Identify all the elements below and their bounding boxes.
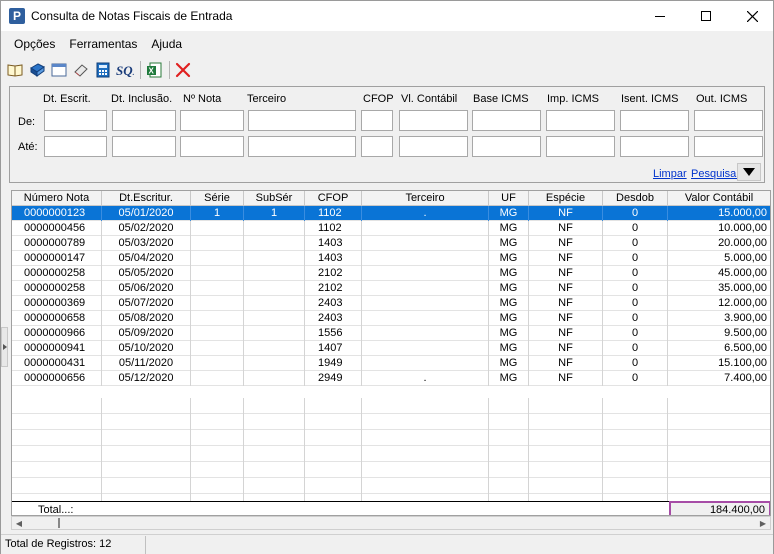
maximize-button[interactable] bbox=[683, 1, 729, 31]
scroll-left-button[interactable]: ◀ bbox=[12, 517, 26, 529]
sql-button[interactable]: SQL bbox=[115, 60, 135, 80]
filter-label-vl-contabil: Vl. Contábil bbox=[401, 93, 458, 105]
filter-cfop-to[interactable] bbox=[361, 136, 393, 157]
header-uf[interactable]: UF bbox=[489, 191, 529, 206]
total-label: Total...: bbox=[38, 504, 74, 516]
filter-label-base-icms: Base ICMS bbox=[473, 93, 529, 105]
excel-export-button[interactable]: X bbox=[144, 60, 164, 80]
filter-label-dt-inclusao: Dt. Inclusão. bbox=[111, 93, 173, 105]
status-total-registros: Total de Registros: 12 bbox=[5, 538, 112, 550]
filter-vl-contabil-to[interactable] bbox=[399, 136, 468, 157]
toolbar-separator bbox=[169, 61, 170, 79]
filter-label-out-icms: Out. ICMS bbox=[696, 93, 748, 105]
header-especie[interactable]: Espécie bbox=[529, 191, 603, 206]
minimize-button[interactable] bbox=[637, 1, 683, 31]
filter-dt-inclusao-to[interactable] bbox=[112, 136, 176, 157]
filter-vl-contabil-from[interactable] bbox=[399, 110, 468, 131]
filter-terceiro-to[interactable] bbox=[248, 136, 356, 157]
svg-text:SQL: SQL bbox=[116, 63, 134, 78]
delete-button[interactable] bbox=[173, 60, 193, 80]
scroll-thumb[interactable] bbox=[58, 518, 60, 528]
total-bar: Total...: 184.400,00 bbox=[12, 501, 770, 516]
toolbar-separator bbox=[140, 61, 141, 79]
header-subser[interactable]: SubSér bbox=[244, 191, 305, 206]
menu-bar: Opções Ferramentas Ajuda bbox=[1, 34, 773, 54]
pesquisar-link[interactable]: Pesquisar bbox=[691, 168, 740, 180]
menu-opcoes[interactable]: Opções bbox=[7, 35, 62, 53]
menu-ferramentas[interactable]: Ferramentas bbox=[62, 35, 144, 53]
close-button[interactable] bbox=[729, 1, 774, 31]
close-icon bbox=[746, 10, 758, 22]
total-value: 184.400,00 bbox=[669, 501, 770, 515]
minimize-icon bbox=[655, 15, 665, 17]
delete-x-icon bbox=[175, 62, 191, 78]
header-serie[interactable]: Série bbox=[191, 191, 244, 206]
filter-out-icms-to[interactable] bbox=[694, 136, 763, 157]
status-separator bbox=[145, 536, 146, 554]
toolbar: SQL X bbox=[5, 59, 773, 81]
filter-terceiro-from[interactable] bbox=[248, 110, 356, 131]
open-book-icon bbox=[7, 64, 23, 77]
horizontal-scrollbar[interactable]: ◀ ▶ bbox=[11, 516, 771, 530]
sql-icon: SQL bbox=[116, 63, 134, 78]
filter-n-nota-from[interactable] bbox=[180, 110, 244, 131]
triangle-down-icon bbox=[743, 168, 755, 176]
filter-label-dt-escrit: Dt. Escrit. bbox=[43, 93, 91, 105]
filter-imp-icms-to[interactable] bbox=[546, 136, 615, 157]
grid-lines bbox=[12, 398, 770, 501]
menu-ajuda[interactable]: Ajuda bbox=[144, 35, 189, 53]
header-valor-contabil[interactable]: Valor Contábil bbox=[668, 191, 770, 206]
scroll-right-button[interactable]: ▶ bbox=[756, 517, 770, 529]
eraser-button[interactable] bbox=[71, 60, 91, 80]
filter-cfop-from[interactable] bbox=[361, 110, 393, 131]
svg-text:X: X bbox=[149, 67, 155, 76]
main-window: P Consulta de Notas Fiscais de Entrada O… bbox=[0, 0, 774, 554]
filter-label-cfop: CFOP bbox=[363, 93, 394, 105]
filter-label-n-nota: Nº Nota bbox=[183, 93, 222, 105]
blue-book-button[interactable] bbox=[27, 60, 47, 80]
expand-arrow-icon bbox=[3, 344, 7, 350]
filter-label-isent-icms: Isent. ICMS bbox=[621, 93, 679, 105]
status-bar: Total de Registros: 12 bbox=[1, 534, 773, 554]
filter-imp-icms-from[interactable] bbox=[546, 110, 615, 131]
filter-row-to-label: Até: bbox=[18, 141, 38, 153]
filter-panel: Dt. Escrit. Dt. Inclusão. Nº Nota Tercei… bbox=[9, 86, 765, 183]
app-logo-icon: P bbox=[9, 8, 25, 24]
header-dt-escritur[interactable]: Dt.Escritur. bbox=[102, 191, 191, 206]
window-title: Consulta de Notas Fiscais de Entrada bbox=[31, 9, 233, 23]
window-button[interactable] bbox=[49, 60, 69, 80]
calculator-button[interactable] bbox=[93, 60, 113, 80]
side-panel-grip[interactable] bbox=[1, 327, 8, 367]
filter-dt-inclusao-from[interactable] bbox=[112, 110, 176, 131]
calculator-icon bbox=[96, 62, 110, 78]
header-cfop[interactable]: CFOP bbox=[305, 191, 362, 206]
grid-header: Número Nota Dt.Escritur. Série SubSér CF… bbox=[12, 191, 770, 206]
filter-label-terceiro: Terceiro bbox=[247, 93, 287, 105]
open-book-button[interactable] bbox=[5, 60, 25, 80]
filter-base-icms-from[interactable] bbox=[472, 110, 541, 131]
filter-dt-escrit-to[interactable] bbox=[44, 136, 107, 157]
excel-export-icon: X bbox=[147, 62, 162, 78]
header-numero-nota[interactable]: Número Nota bbox=[12, 191, 102, 206]
eraser-icon bbox=[74, 64, 88, 77]
maximize-icon bbox=[701, 11, 711, 21]
filter-isent-icms-from[interactable] bbox=[620, 110, 689, 131]
title-bar: P Consulta de Notas Fiscais de Entrada bbox=[1, 1, 773, 31]
header-desdob[interactable]: Desdob bbox=[603, 191, 668, 206]
window-icon bbox=[51, 63, 67, 77]
collapse-filter-button[interactable] bbox=[737, 163, 761, 181]
filter-label-imp-icms: Imp. ICMS bbox=[547, 93, 599, 105]
filter-isent-icms-to[interactable] bbox=[620, 136, 689, 157]
filter-dt-escrit-from[interactable] bbox=[44, 110, 107, 131]
notes-grid: Número Nota Dt.Escritur. Série SubSér CF… bbox=[11, 190, 771, 516]
limpar-link[interactable]: Limpar bbox=[653, 168, 687, 180]
filter-row-from-label: De: bbox=[18, 116, 36, 128]
header-terceiro[interactable]: Terceiro bbox=[362, 191, 489, 206]
filter-n-nota-to[interactable] bbox=[180, 136, 244, 157]
filter-base-icms-to[interactable] bbox=[472, 136, 541, 157]
blue-book-icon bbox=[30, 63, 45, 77]
filter-out-icms-from[interactable] bbox=[694, 110, 763, 131]
